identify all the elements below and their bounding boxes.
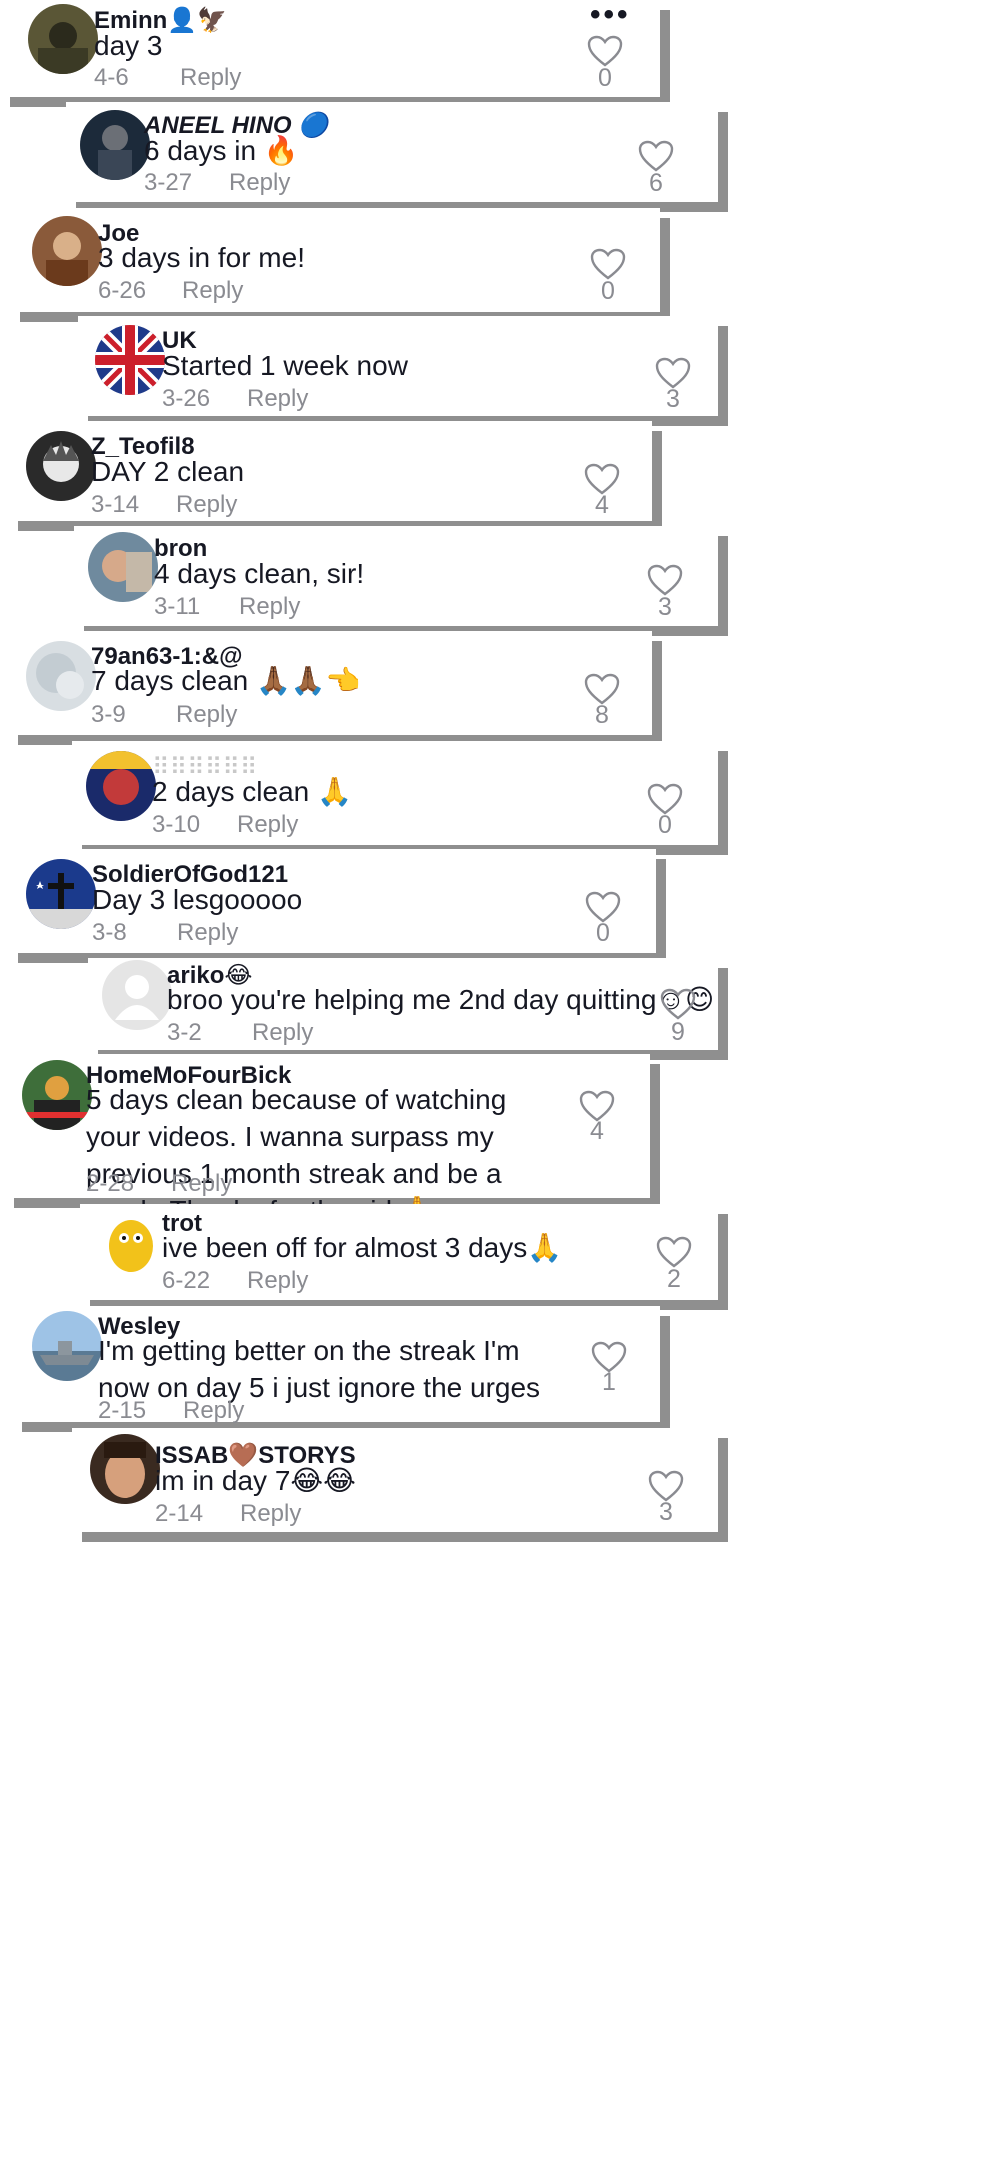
- comment-card: Joe 3 days in for me! 6-26 Reply 0: [10, 208, 660, 312]
- comment-date: 6-26: [98, 277, 147, 304]
- comment-card: UK Started 1 week now 3-26 Reply 3: [78, 316, 718, 416]
- reply-button[interactable]: Reply: [176, 701, 237, 729]
- avatar[interactable]: [96, 1208, 166, 1278]
- like-count: 3: [658, 593, 672, 621]
- comment-text: DAY 2 clean: [91, 456, 245, 487]
- reply-button[interactable]: Reply: [183, 1397, 244, 1425]
- comment-card: ⠿⠿⠿⠿⠿⠿ 2 days clean 🙏 3-10 Reply 0: [72, 741, 718, 845]
- reply-button[interactable]: Reply: [176, 491, 237, 519]
- like-count: 0: [601, 277, 615, 305]
- comment-card: ANEEL HINO 🔵 6 days in 🔥 3-27 Reply 6: [66, 102, 718, 202]
- like-count: 1: [602, 1368, 616, 1396]
- avatar[interactable]: [80, 110, 150, 180]
- comment-text: day 3: [94, 30, 163, 61]
- avatar[interactable]: [26, 431, 96, 501]
- like-count: 6: [649, 169, 663, 197]
- like-count: 0: [598, 64, 612, 92]
- heart-outline-icon[interactable]: [660, 988, 696, 1020]
- reply-button[interactable]: Reply: [177, 919, 238, 947]
- comment-date: 3-8: [92, 919, 127, 946]
- comment-text: 2 days clean 🙏: [152, 776, 352, 807]
- reply-button[interactable]: Reply: [239, 593, 300, 621]
- comment-card: ISSAB🤎STORYS im in day 7😂😂 2-14 Reply 3: [72, 1428, 718, 1532]
- comment-date: 3-11: [154, 593, 201, 620]
- comment-text: Day 3 lesgooooo: [92, 884, 303, 915]
- like-count: 2: [667, 1265, 681, 1293]
- comment-card: trot ive been off for almost 3 days🙏 6-2…: [80, 1204, 718, 1300]
- comment-date: 6-22: [162, 1267, 211, 1294]
- comment-card: Wesley I'm getting better on the streak …: [12, 1306, 660, 1425]
- like-count: 4: [590, 1117, 604, 1145]
- comment-date: 2-28: [86, 1170, 135, 1197]
- comment-date: 4-6: [94, 64, 129, 91]
- comment-text: broo you're helping me 2nd day quitting☺…: [167, 984, 715, 1015]
- comment-text: I'm getting better on the streak I'm now…: [98, 1335, 541, 1403]
- comment-card: Eminn👤🦅 day 3 4-6 Reply ••• 0: [0, 0, 660, 97]
- reply-button[interactable]: Reply: [240, 1500, 301, 1528]
- like-count: 8: [595, 701, 609, 729]
- comment-card: HomeMoFourBick 5 days clean because of w…: [4, 1054, 650, 1226]
- heart-outline-icon[interactable]: [590, 248, 626, 280]
- like-count: 9: [671, 1018, 685, 1046]
- reply-button[interactable]: Reply: [171, 1170, 232, 1198]
- reply-button[interactable]: Reply: [182, 277, 243, 305]
- avatar[interactable]: [26, 859, 96, 929]
- comment-card: Z_Teofil8 DAY 2 clean 3-14 Reply 4: [8, 421, 652, 521]
- heart-outline-icon[interactable]: [638, 140, 674, 172]
- comment-text: ive been off for almost 3 days🙏: [162, 1232, 563, 1263]
- reply-button[interactable]: Reply: [180, 64, 241, 92]
- reply-button[interactable]: Reply: [252, 1019, 313, 1047]
- avatar[interactable]: [88, 532, 158, 602]
- comment-date: 3-2: [167, 1019, 202, 1046]
- reply-button[interactable]: Reply: [247, 1267, 308, 1295]
- comment-card: 79an63-1:&@ 7 days clean 🙏🏾🙏🏾👈 3-9 Reply…: [8, 631, 652, 735]
- avatar[interactable]: [102, 960, 172, 1030]
- comment-text: im in day 7😂😂: [155, 1465, 356, 1496]
- reply-button[interactable]: Reply: [229, 169, 290, 197]
- like-count: 0: [596, 919, 610, 947]
- comment-text: 7 days clean 🙏🏾🙏🏾👈: [91, 665, 361, 696]
- heart-outline-icon[interactable]: [656, 1236, 692, 1268]
- comment-date: 3-10: [152, 811, 201, 838]
- heart-outline-icon[interactable]: [587, 35, 623, 67]
- comment-text: 4 days clean, sir!: [154, 558, 365, 589]
- comment-date: 3-14: [91, 491, 140, 518]
- comment-date: 2-15: [98, 1397, 147, 1424]
- avatar[interactable]: [90, 1434, 160, 1504]
- avatar[interactable]: [95, 325, 165, 395]
- avatar[interactable]: [22, 1060, 92, 1130]
- comment-date: 2-14: [155, 1500, 204, 1527]
- like-count: 3: [666, 385, 680, 413]
- reply-button[interactable]: Reply: [247, 385, 308, 413]
- comment-date: 3-27: [144, 169, 193, 196]
- avatar[interactable]: [32, 1311, 102, 1381]
- reply-button[interactable]: Reply: [237, 811, 298, 839]
- comment-card: SoldierOfGod121 Day 3 lesgooooo 3-8 Repl…: [8, 849, 656, 953]
- like-count: 4: [595, 491, 609, 519]
- heart-outline-icon[interactable]: [647, 564, 683, 596]
- avatar[interactable]: [26, 641, 96, 711]
- like-count: 0: [658, 811, 672, 839]
- comment-date: 3-26: [162, 385, 211, 412]
- comment-date: 3-9: [91, 701, 126, 728]
- comment-text: 3 days in for me!: [98, 242, 305, 273]
- comment-text: Started 1 week now: [162, 350, 408, 381]
- avatar[interactable]: [86, 751, 156, 821]
- comment-text: 6 days in 🔥: [144, 135, 299, 166]
- more-options-icon[interactable]: •••: [590, 0, 631, 32]
- avatar[interactable]: [28, 4, 98, 74]
- comment-card: bron 4 days clean, sir! 3-11 Reply 3: [74, 526, 718, 626]
- comment-card: ariko😂 broo you're helping me 2nd day qu…: [88, 958, 718, 1050]
- like-count: 3: [659, 1498, 673, 1526]
- avatar[interactable]: [32, 216, 102, 286]
